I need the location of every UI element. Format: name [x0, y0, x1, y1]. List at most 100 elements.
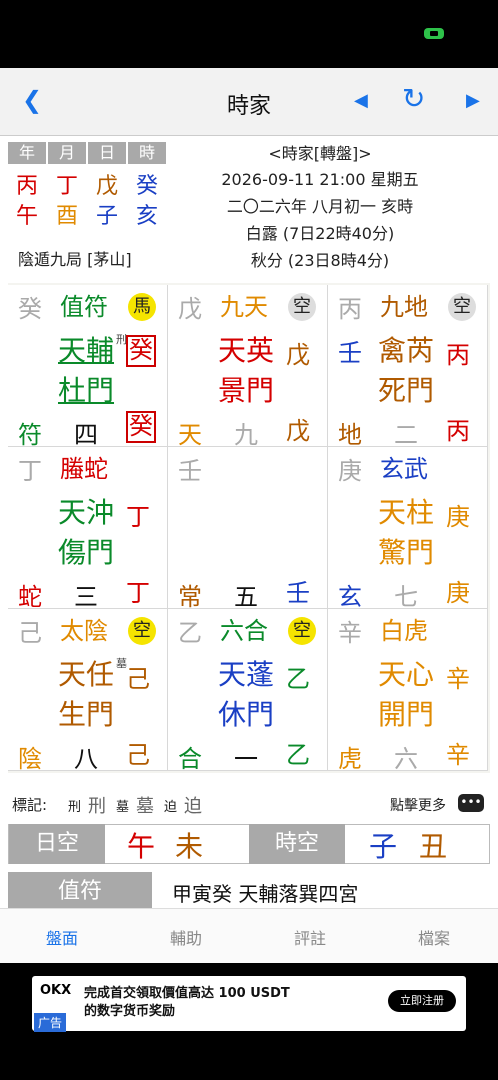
palace-door: 生門	[58, 698, 115, 731]
chart-mode: <時家[轉盤]>	[268, 144, 372, 163]
palace-li9[interactable]: 戊九天空天英 景門戊天九戊	[168, 285, 328, 449]
palace-deity-short: 虎	[338, 745, 362, 773]
triangle-left-icon[interactable]: ◀	[354, 90, 368, 111]
palace-deity-short: 陰	[18, 745, 42, 773]
palace-god: 白虎	[380, 617, 428, 645]
legend-mark-po: 迫	[184, 796, 202, 817]
palace-badge: 馬	[128, 293, 156, 321]
legend-mark-po-small: 迫	[164, 800, 178, 815]
palace-qian6[interactable]: 辛白虎 天心 開門辛虎六辛	[328, 609, 488, 773]
solar-term-1: 白露 (7日22時40分)	[245, 224, 395, 243]
palace-star: 天柱	[378, 496, 435, 529]
battery-icon	[424, 28, 444, 39]
tab-dangan[interactable]: 檔案	[372, 925, 496, 949]
palace-gen8[interactable]: 己太陰空天任 生門墓己陰八己	[8, 609, 168, 773]
pillar-header-month: 月	[48, 142, 86, 164]
palace-door: 傷門	[58, 536, 115, 569]
palace-star: 天輔	[58, 334, 115, 367]
hour-stem: 癸	[135, 174, 158, 199]
palace-door: 死門	[378, 374, 435, 407]
palace-star: 天英	[218, 334, 275, 367]
palace-zhen3[interactable]: 丁螣蛇 天沖 傷門丁蛇三丁	[8, 447, 168, 611]
palace-xun4[interactable]: 癸值符馬天輔 杜門刑癸符四癸	[8, 285, 168, 449]
palace-god: 螣蛇	[60, 455, 108, 483]
palace-deity-short: 玄	[338, 583, 362, 611]
legend-label: 標記:	[12, 796, 48, 814]
palace-deity-short: 蛇	[18, 583, 42, 611]
palace-number: 四	[74, 421, 98, 449]
palace-door: 驚門	[378, 536, 435, 569]
palace-stem-bottom: 丁	[126, 579, 150, 607]
refresh-icon[interactable]: ↻	[402, 82, 425, 115]
palace-stem-top: 己	[18, 619, 42, 647]
palace-stem-bottom: 壬	[286, 579, 310, 607]
ad-register-button[interactable]: 立即注册	[388, 990, 456, 1012]
palace-stem-top: 戊	[178, 295, 202, 323]
palace-deity-short: 符	[18, 421, 42, 449]
tab-fuzhu[interactable]: 輔助	[124, 925, 248, 949]
palace-dui7[interactable]: 庚玄武 天柱 驚門庚玄七庚	[328, 447, 488, 611]
palace-god: 太陰	[60, 617, 108, 645]
ad-tag: 广告	[34, 1013, 67, 1032]
tab-pingzhu[interactable]: 評註	[248, 925, 372, 949]
palace-star: 天心	[378, 658, 435, 691]
ju-label: 陰遁九局 [茅山]	[18, 250, 132, 269]
palace-badge: 空	[288, 293, 316, 321]
lunar-date: 二〇二六年 八月初一 亥時	[226, 197, 414, 216]
legend-mark-mu: 墓	[136, 796, 154, 817]
palace-stem-bottom: 戊	[286, 417, 310, 445]
palace-door: 杜門	[58, 374, 115, 407]
palace-deity-short: 地	[338, 421, 362, 449]
palace-door: 景門	[218, 374, 275, 407]
tab-bar: 盤面 輔助 評註 檔案	[0, 908, 498, 963]
palace-deity-short: 常	[178, 583, 202, 611]
day-kong-label: 日空	[9, 824, 105, 864]
tab-pan[interactable]: 盤面	[0, 925, 124, 949]
triangle-right-icon[interactable]: ▶	[466, 90, 480, 111]
zhifu-value: 甲寅癸 天輔落巽四宮	[172, 882, 359, 906]
pillar-header-year: 年	[8, 142, 46, 164]
month-branch: 酉	[55, 204, 78, 229]
legend-mark-xing-small: 刑	[68, 800, 82, 815]
palace-number: 九	[234, 421, 258, 449]
hour-kong-a: 子	[369, 830, 398, 863]
ad-logo: OKX	[40, 983, 72, 998]
palace-star: 禽芮	[378, 334, 435, 367]
palace-number: 三	[74, 583, 98, 611]
status-bar	[0, 0, 498, 68]
palace-number: 六	[394, 745, 418, 773]
palace-stem-top: 壬	[178, 457, 202, 485]
year-stem: 丙	[15, 174, 38, 199]
nav-bar: ❮ 時家 ◀ ↻ ▶	[0, 68, 498, 136]
palace-stem-top: 丙	[338, 295, 362, 323]
palace-stem-top: 癸	[18, 295, 42, 323]
palace-badge: 空	[128, 617, 156, 645]
palace-god: 九地	[380, 293, 428, 321]
palace-god: 玄武	[380, 455, 428, 483]
palace-zhong5[interactable]: 壬常五壬	[168, 447, 328, 611]
palace-stem-right: 庚	[446, 503, 470, 531]
palace-stem-right: 丙	[446, 341, 470, 369]
palace-kan1[interactable]: 乙六合空天蓬 休門乙合一乙	[168, 609, 328, 773]
palace-kun2[interactable]: 丙九地空禽芮 死門壬丙地二丙	[328, 285, 488, 449]
ad-banner[interactable]: OKX 完成首交領取價值高达 100 USDT 的数字货币奖励 立即注册 广告	[32, 976, 466, 1032]
pillar-header-hour: 時	[128, 142, 166, 164]
kong-row: 日空 午 未 時空 子 丑	[8, 824, 490, 864]
palace-badge: 空	[288, 617, 316, 645]
palace-number: 八	[74, 745, 98, 773]
palace-door: 開門	[378, 698, 435, 731]
palace-stem-bottom: 丙	[446, 417, 470, 445]
palace-deity-short: 合	[178, 745, 202, 773]
palace-number: 七	[394, 583, 418, 611]
palace-stem-top: 丁	[18, 457, 42, 485]
month-stem: 丁	[55, 174, 78, 199]
more-icon[interactable]: •••	[458, 794, 484, 812]
palace-star: 天沖	[58, 496, 115, 529]
palace-stem-bottom: 辛	[446, 741, 470, 769]
palace-stem-right: 己	[126, 665, 150, 693]
palace-stem-top: 庚	[338, 457, 362, 485]
day-kong-b: 未	[175, 830, 204, 863]
day-stem: 戊	[95, 174, 118, 199]
more-link[interactable]: 點擊更多	[390, 795, 446, 815]
pillar-header-day: 日	[88, 142, 126, 164]
